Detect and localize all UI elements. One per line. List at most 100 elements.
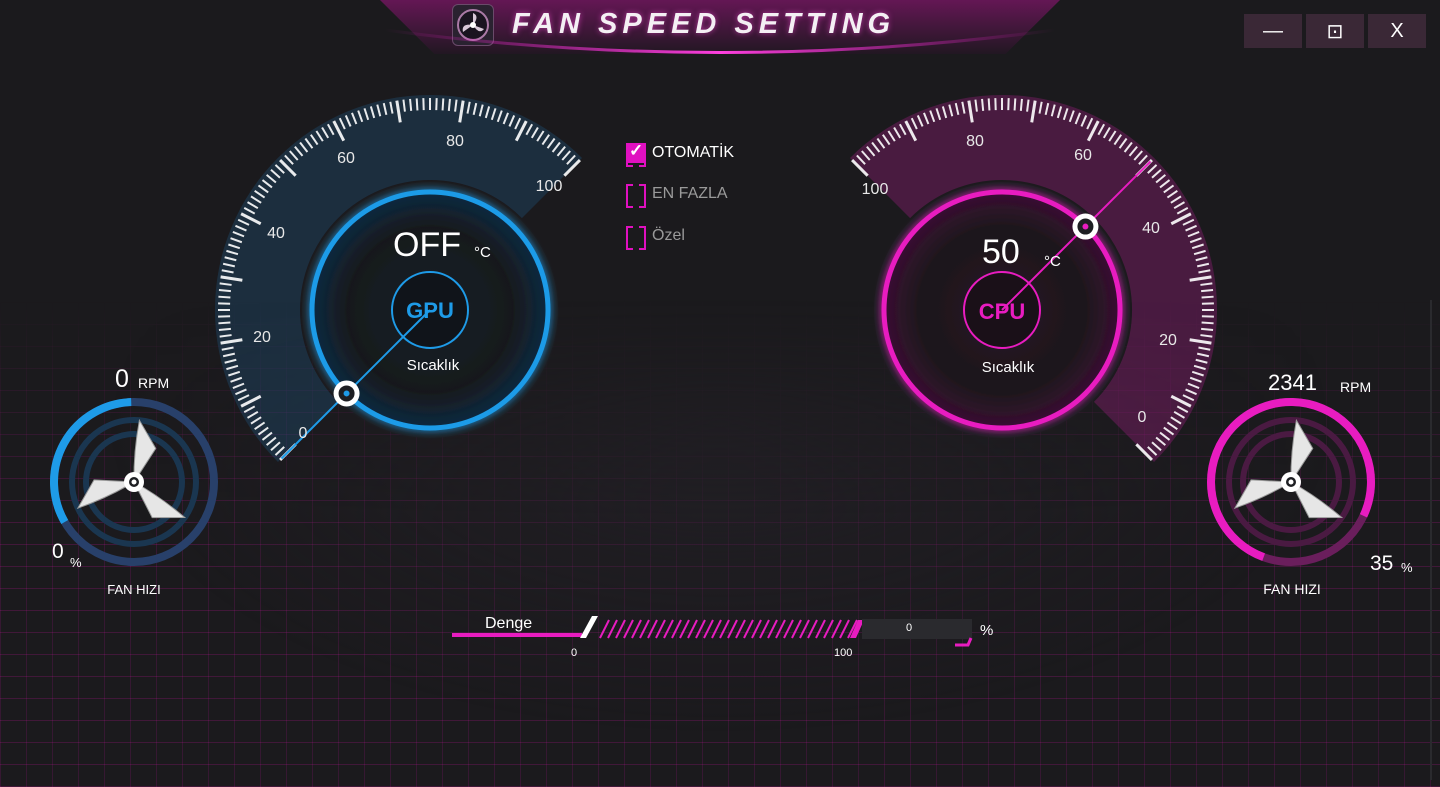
cpu-fan-rpm-unit: RPM (1340, 379, 1372, 395)
slider-stripe (727, 619, 738, 639)
checkbox-icon[interactable] (626, 226, 646, 250)
gpu-tick-80: 80 (446, 133, 464, 150)
mode-label-max: EN FAZLA (652, 185, 728, 202)
cpu-gauge (849, 94, 1218, 463)
cpu-fan-percent-unit: % (1401, 560, 1413, 575)
slider-value-box (862, 619, 972, 639)
cpu-temperature: 50 (982, 233, 1020, 271)
cpu-fan-rpm: 2341 (1268, 370, 1317, 395)
gpu-tick-60: 60 (337, 150, 355, 167)
gpu-chip-label: GPU (406, 298, 454, 323)
gpu-tick-mark (447, 98, 451, 111)
cpu-fan-percent: 35 (1370, 552, 1394, 575)
cpu-hub-dot (1082, 223, 1089, 230)
gpu-needle-hub (333, 380, 360, 407)
cpu-tick-20: 20 (1159, 332, 1177, 349)
mode-label-automatic: OTOMATİK (652, 144, 735, 161)
cpu-tick-mark (1201, 327, 1214, 331)
gpu-fan-label: FAN HIZI (107, 582, 161, 597)
cpu-tick-mark (1019, 98, 1023, 111)
gpu-fan-percent: 0 (52, 540, 64, 563)
slider-stripe (759, 619, 770, 639)
slider-stripe (735, 619, 746, 639)
checkbox-icon[interactable] (626, 184, 646, 208)
cpu-tick-100: 100 (861, 181, 889, 198)
checkbox-icon[interactable]: ✓ (626, 141, 646, 167)
slider-stripe (775, 619, 786, 639)
slider-stripe (623, 619, 634, 639)
slider-stripe (751, 619, 762, 639)
slider-stripe (687, 619, 698, 639)
cpu-tick-mark (1201, 321, 1214, 325)
cpu-temp-unit: °C (1044, 253, 1061, 270)
cpu-tick-60: 60 (1074, 147, 1092, 164)
cpu-fan-hub-dot (1288, 479, 1294, 485)
slider-stripe (719, 619, 730, 639)
slider-stripe (783, 619, 794, 639)
gpu-temp-unit: °C (474, 244, 491, 261)
gpu-fan (50, 398, 218, 566)
slider-stripe (807, 619, 818, 639)
gpu-tick-mark (441, 98, 445, 111)
slider-stripe (695, 619, 706, 639)
slider-thumb (580, 616, 598, 638)
cpu-tick-mark (981, 98, 985, 111)
slider-stripe (679, 619, 690, 639)
gpu-temperature: OFF (393, 226, 461, 264)
slider-stripe (743, 619, 754, 639)
slider-stripe (799, 619, 810, 639)
slider-stripe (711, 619, 722, 639)
cpu-tick-mark (1013, 98, 1017, 111)
gpu-gauge (214, 94, 583, 463)
gpu-fan-rpm-unit: RPM (138, 375, 170, 391)
slider-stripe (815, 619, 826, 639)
slider-max-label: 100 (834, 647, 853, 659)
cpu-chip-label: CPU (978, 299, 1026, 324)
gpu-tick-mark (218, 327, 231, 331)
cpu-tick-mark (1201, 295, 1214, 299)
gpu-tick-mark (415, 98, 419, 111)
slider-stripe (703, 619, 714, 639)
gpu-tick-mark (218, 321, 231, 325)
slider-stripe (639, 619, 650, 639)
cpu-tick-mark (1201, 289, 1214, 293)
slider-unit: % (980, 622, 994, 639)
slider-stripe (663, 619, 674, 639)
mode-option-custom[interactable]: Özel (626, 226, 685, 250)
gpu-tick-mark (218, 295, 231, 299)
slider-stripe (615, 619, 626, 639)
slider-value[interactable]: 0 (906, 622, 912, 634)
slider-stripe (839, 619, 850, 639)
gpu-hub-dot (343, 390, 350, 397)
gpu-tick-mark (409, 98, 413, 111)
slider-stripe (823, 619, 834, 639)
slider-min-label: 0 (571, 647, 578, 659)
cpu-sensor-label: Sıcaklık (981, 359, 1035, 376)
title-underline (384, 28, 1056, 54)
gpu-fan-percent-unit: % (70, 555, 82, 570)
gpu-sensor-label: Sıcaklık (406, 357, 460, 374)
slider-stripe (647, 619, 658, 639)
gpu-fan-hub-dot (131, 479, 137, 485)
slider-stripe (631, 619, 642, 639)
slider-stripe (767, 619, 778, 639)
cpu-fan (1207, 398, 1375, 566)
cpu-tick-80: 80 (966, 133, 984, 150)
gpu-tick-40: 40 (267, 225, 285, 242)
gpu-fan-rpm: 0 (115, 365, 129, 393)
gpu-tick-mark (218, 289, 231, 293)
gpu-tick-100: 100 (535, 178, 563, 195)
cpu-tick-mark (987, 98, 991, 111)
dashboard-graphics (50, 28, 1375, 647)
slider-stripe (607, 619, 618, 639)
gpu-tick-20: 20 (253, 329, 271, 346)
slider-stripe (671, 619, 682, 639)
mode-option-automatic[interactable]: ✓ OTOMATİK (626, 141, 735, 167)
cpu-fan-label: FAN HIZI (1263, 581, 1321, 597)
slider-label: Denge (485, 615, 533, 632)
mode-option-max[interactable]: EN FAZLA (626, 184, 728, 208)
cpu-tick-0: 0 (1137, 409, 1147, 426)
slider-stripe (655, 619, 666, 639)
slider-stripe (599, 619, 610, 639)
cpu-tick-40: 40 (1142, 220, 1160, 237)
